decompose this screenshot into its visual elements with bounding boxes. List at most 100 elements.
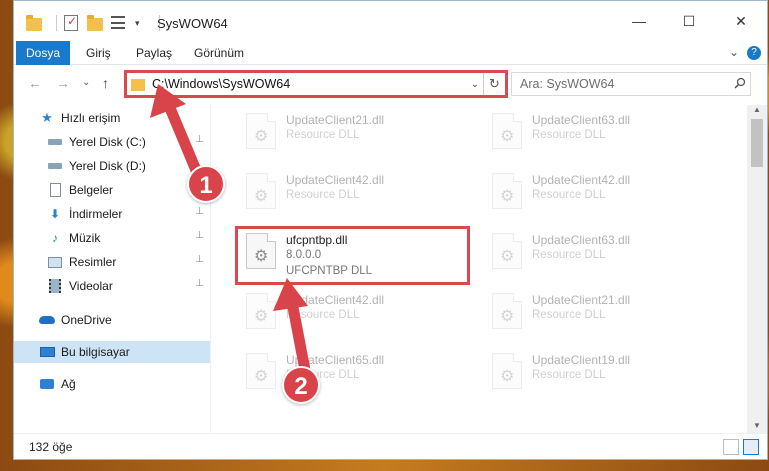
customize-toolbar-icon[interactable]: ▾ [135,15,145,31]
file-item[interactable]: ⚙ UpdateClient63.dll Resource DLL [484,107,714,157]
address-path[interactable]: C:\Windows\SysWOW64 [152,77,467,91]
divider [56,15,57,31]
sidebar-item-onedrive[interactable]: OneDrive [39,309,210,331]
file-name: UpdateClient65.dll [286,353,385,367]
sidebar-item-label: Belgeler [69,183,114,197]
sidebar-item-local-disk-d[interactable]: Yerel Disk (D:) [47,155,210,177]
tab-home[interactable]: Giriş [76,41,121,65]
file-item[interactable]: ⚙ UpdateClient21.dll Resource DLL [238,107,468,157]
search-box[interactable]: Ara: SysWOW64 [511,72,751,96]
back-button[interactable]: ← [28,75,42,91]
gear-icon: ⚙ [500,368,515,385]
address-dropdown-icon[interactable]: ⌄ [467,79,483,90]
refresh-button[interactable]: ↻ [483,73,505,95]
dll-file-icon: ⚙ [492,353,522,389]
vertical-scrollbar[interactable]: ▲ ▼ [747,105,767,435]
gear-icon: ⚙ [500,128,515,145]
sidebar-item-local-disk-c[interactable]: Yerel Disk (C:) ⊥ [47,131,210,153]
details-view-icon[interactable] [723,439,739,455]
file-name: UpdateClient21.dll [286,113,385,127]
close-button[interactable]: ✕ [718,7,764,35]
address-bar[interactable]: C:\Windows\SysWOW64 ⌄ ↻ [124,70,508,98]
drive-icon [47,134,63,150]
dll-file-icon: ⚙ [492,173,522,209]
gear-icon: ⚙ [500,248,515,265]
sidebar-item-downloads[interactable]: ⬇ İndirmeler ⊥ [47,203,210,225]
file-item[interactable]: ⚙ UpdateClient21.dll Resource DLL [484,287,714,337]
expand-ribbon-icon[interactable]: ⌄ [729,45,739,59]
sidebar-item-videos[interactable]: Videolar ⊥ [47,275,210,297]
quick-access-toolbar: ▾ [26,14,166,32]
sidebar-item-label: Resimler [69,255,117,269]
navigation-bar: ← → ⌄ ↑ C:\Windows\SysWOW64 ⌄ ↻ Ara: Sys… [14,65,767,103]
sidebar-item-label: Videolar [69,279,113,293]
properties-check-icon[interactable] [63,14,79,31]
pin-icon[interactable]: ⊥ [195,254,204,265]
file-name: UpdateClient21.dll [532,293,631,307]
file-description: Resource DLL [286,189,360,201]
file-name: UpdateClient63.dll [532,113,631,127]
search-input[interactable]: Ara: SysWOW64 [520,77,734,91]
download-icon: ⬇ [49,207,61,221]
sidebar-item-label: Müzik [69,231,101,245]
search-icon [734,77,750,92]
folder-icon [131,79,145,91]
sidebar-item-documents[interactable]: Belgeler ⊥ [47,179,210,201]
up-button[interactable]: ↑ [102,75,109,91]
help-icon[interactable]: ? [747,46,761,60]
file-item[interactable]: ⚙ UpdateClient42.dll Resource DLL [484,167,714,217]
file-name: UpdateClient19.dll [532,353,631,367]
network-icon [39,376,55,392]
file-description: Resource DLL [532,189,606,201]
file-item[interactable]: ⚙ UpdateClient19.dll Resource DLL [484,347,714,397]
tab-view[interactable]: Görünüm [184,41,254,65]
navigation-pane: ★ Hızlı erişim Yerel Disk (C:) ⊥ Yerel D… [14,105,211,435]
large-icons-view-icon[interactable] [743,439,759,455]
file-name: UpdateClient63.dll [532,233,631,247]
file-item[interactable]: ⚙ UpdateClient42.dll Resource DLL [238,167,468,217]
sidebar-item-music[interactable]: ♪ Müzik ⊥ [47,227,210,249]
scroll-thumb[interactable] [751,119,763,167]
file-description: Resource DLL [286,129,360,141]
forward-button[interactable]: → [56,75,70,91]
scroll-up-icon[interactable]: ▲ [747,105,767,119]
documents-icon [47,182,63,198]
window-title: SysWOW64 [157,16,228,31]
file-item[interactable]: ⚙ UpdateClient42.dll Resource DLL [238,287,468,337]
sidebar-item-label: Hızlı erişim [61,111,121,125]
gear-icon: ⚙ [254,368,269,385]
file-name: UpdateClient42.dll [286,173,385,187]
minimize-button[interactable]: — [616,7,662,35]
file-description: Resource DLL [532,129,606,141]
new-folder-icon[interactable] [87,15,103,31]
item-count: 132 öğe [29,440,73,454]
properties-list-icon[interactable] [111,15,127,31]
sidebar-item-quick-access[interactable]: ★ Hızlı erişim [39,107,210,129]
pin-icon[interactable]: ⊥ [195,278,204,289]
pin-icon[interactable]: ⊥ [195,134,204,145]
recent-locations-button[interactable]: ⌄ [82,77,90,88]
videos-icon [47,278,63,294]
sidebar-item-label: Yerel Disk (D:) [69,159,146,173]
file-item[interactable]: ⚙ UpdateClient63.dll Resource DLL [484,227,714,277]
star-icon: ★ [41,110,53,125]
sidebar-item-this-pc[interactable]: Bu bilgisayar [14,341,210,363]
gear-icon: ⚙ [254,188,269,205]
step-1-badge: 1 [187,165,225,203]
sidebar-item-pictures[interactable]: Resimler ⊥ [47,251,210,273]
gear-icon: ⚙ [254,308,269,325]
maximize-button[interactable]: ☐ [666,7,712,35]
file-name: UpdateClient42.dll [532,173,631,187]
dll-file-icon: ⚙ [246,173,276,209]
file-item[interactable]: ⚙ UpdateClient65.dll Resource DLL [238,347,468,397]
pin-icon[interactable]: ⊥ [195,230,204,241]
dll-file-icon: ⚙ [246,113,276,149]
tab-share[interactable]: Paylaş [126,41,182,65]
dll-file-icon: ⚙ [246,353,276,389]
gear-icon: ⚙ [254,128,269,145]
pictures-icon [47,254,63,270]
file-description: Resource DLL [532,369,606,381]
pin-icon[interactable]: ⊥ [195,206,204,217]
dll-file-icon: ⚙ [492,113,522,149]
sidebar-item-network[interactable]: Ağ [39,373,210,395]
